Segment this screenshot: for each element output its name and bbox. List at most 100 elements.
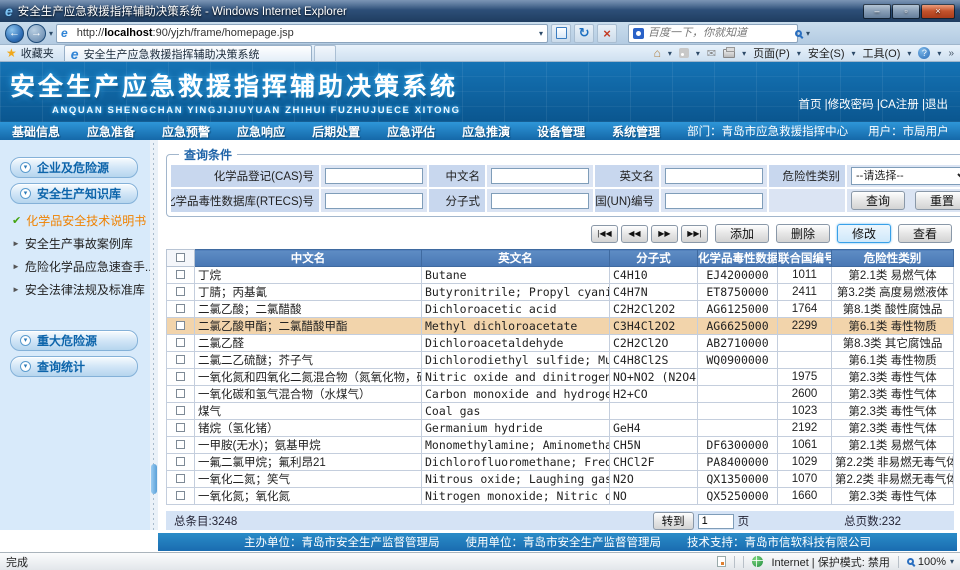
row-checkbox[interactable] <box>176 474 185 483</box>
row-checkbox[interactable] <box>176 423 185 432</box>
page-menu[interactable]: 页面(P) <box>753 45 790 61</box>
safety-menu[interactable]: 安全(S) <box>808 45 845 61</box>
un-input[interactable] <box>665 193 763 209</box>
search-input[interactable] <box>648 27 791 39</box>
table-row[interactable]: 锗烷（氢化锗）Germanium hydrideGeH42192第2.3类 毒性… <box>167 420 954 437</box>
view-button[interactable]: 查看 <box>898 224 952 243</box>
reset-button[interactable]: 重置 <box>915 191 960 210</box>
feeds-dropdown-icon[interactable]: ▾ <box>696 49 700 58</box>
sidebar-group-major-hazard[interactable]: ▾ 重大危险源 <box>10 330 138 351</box>
nav-item-8[interactable]: 系统管理 <box>612 123 660 140</box>
cas-input[interactable] <box>325 168 423 184</box>
nav-item-7[interactable]: 设备管理 <box>537 123 585 140</box>
nav-item-5[interactable]: 应急评估 <box>387 123 435 140</box>
nav-item-0[interactable]: 基础信息 <box>12 123 60 140</box>
column-header-3[interactable]: 化学品毒性数据... <box>698 250 778 267</box>
print-dropdown-icon[interactable]: ▾ <box>742 49 746 58</box>
maximize-button[interactable]: ▫ <box>892 4 920 19</box>
minimize-button[interactable]: – <box>863 4 891 19</box>
header-link-2[interactable]: CA注册 <box>880 99 919 111</box>
sidebar-item-2[interactable]: ►危险化学品应急速查手... <box>12 258 146 275</box>
home-icon[interactable]: ⌂ <box>654 46 661 60</box>
row-checkbox[interactable] <box>176 457 185 466</box>
row-checkbox[interactable] <box>176 372 185 381</box>
sidebar-group-query-stats[interactable]: ▾ 查询统计 <box>10 356 138 377</box>
select-all-checkbox[interactable] <box>176 253 185 262</box>
row-checkbox[interactable] <box>176 287 185 296</box>
add-button[interactable]: 添加 <box>715 224 769 243</box>
help-icon[interactable]: ? <box>918 47 930 59</box>
delete-button[interactable]: 删除 <box>776 224 830 243</box>
tools-menu[interactable]: 工具(O) <box>863 45 901 61</box>
formula-input[interactable] <box>491 193 589 209</box>
address-input[interactable]: e http://localhost:90/yjzh/frame/homepag… <box>56 24 548 43</box>
sidebar-scrollbar[interactable] <box>151 464 157 494</box>
close-button[interactable]: × <box>921 4 955 19</box>
table-row[interactable]: 一氟二氯甲烷；氟利昂21Dichlorofluoromethane; Freon… <box>167 454 954 471</box>
refresh-button[interactable]: ↻ <box>574 24 594 43</box>
header-link-3[interactable]: 退出 <box>925 99 948 111</box>
zoom-control[interactable]: 100% ▾ <box>907 556 954 568</box>
column-header-4[interactable]: 联合国编号 <box>778 250 832 267</box>
feeds-icon[interactable] <box>679 48 689 58</box>
search-button[interactable]: 查询 <box>851 191 905 210</box>
prev-page-button[interactable]: ◀◀ <box>621 225 648 243</box>
forward-button[interactable]: → <box>27 24 46 43</box>
column-header-0[interactable]: 中文名 <box>195 250 422 267</box>
hazard-class-select[interactable]: --请选择-- <box>851 167 960 185</box>
last-page-button[interactable]: ▶▶| <box>681 225 708 243</box>
sidebar-group-knowledge[interactable]: ▾ 安全生产知识库 <box>10 183 138 204</box>
favorites-star-icon[interactable]: ★ <box>6 46 17 60</box>
table-row[interactable]: 煤气Coal gas1023第2.3类 毒性气体 <box>167 403 954 420</box>
nav-item-2[interactable]: 应急预警 <box>162 123 210 140</box>
sidebar-group-enterprise[interactable]: ▾ 企业及危险源 <box>10 157 138 178</box>
home-dropdown-icon[interactable]: ▾ <box>668 49 672 58</box>
nav-item-1[interactable]: 应急准备 <box>87 123 135 140</box>
row-checkbox[interactable] <box>176 338 185 347</box>
search-icon[interactable] <box>795 30 802 37</box>
table-row[interactable]: 二氯乙酸；二氯醋酸Dichloroacetic acidC2H2Cl2O2AG6… <box>167 301 954 318</box>
table-row[interactable]: 一氧化碳和氢气混合物（水煤气）Carbon monoxide and hydro… <box>167 386 954 403</box>
row-checkbox[interactable] <box>176 355 185 364</box>
compatibility-view-button[interactable] <box>551 24 571 43</box>
search-box[interactable]: ▾ <box>628 24 798 43</box>
goto-page-button[interactable]: 转到 <box>653 512 694 530</box>
favorites-button[interactable]: 收藏夹 <box>21 45 54 61</box>
rtecs-input[interactable] <box>325 193 423 209</box>
column-header-1[interactable]: 英文名 <box>422 250 610 267</box>
first-page-button[interactable]: |◀◀ <box>591 225 618 243</box>
nav-item-6[interactable]: 应急推演 <box>462 123 510 140</box>
page-number-input[interactable] <box>698 514 734 529</box>
search-dropdown-icon[interactable]: ▾ <box>806 29 810 38</box>
header-link-1[interactable]: 修改密码 <box>828 99 874 111</box>
cn-name-input[interactable] <box>491 168 589 184</box>
row-checkbox[interactable] <box>176 304 185 313</box>
table-row[interactable]: 二氯乙醛DichloroacetaldehydeC2H2Cl2OAB271000… <box>167 335 954 352</box>
table-row[interactable]: 丁腈；丙基氰Butyronitrile; Propyl cyanideC4H7N… <box>167 284 954 301</box>
row-checkbox[interactable] <box>176 406 185 415</box>
nav-item-3[interactable]: 应急响应 <box>237 123 285 140</box>
frame-splitter[interactable] <box>150 140 158 530</box>
document-alert-icon[interactable] <box>717 556 726 567</box>
table-row[interactable]: 一氧化氮；氧化氮Nitrogen monoxide; Nitric oxideN… <box>167 488 954 505</box>
modify-button[interactable]: 修改 <box>837 224 891 243</box>
table-row[interactable]: 二氯二乙硫醚；芥子气Dichlorodiethyl sulfide; Musta… <box>167 352 954 369</box>
table-row[interactable]: 一氧化氮和四氧化二氮混合物（氮氧化物，硝基气，氧化氮气体）Nitric oxid… <box>167 369 954 386</box>
row-checkbox[interactable] <box>176 491 185 500</box>
sidebar-item-1[interactable]: ►安全生产事故案例库 <box>12 235 146 252</box>
column-header-2[interactable]: 分子式 <box>610 250 698 267</box>
overflow-chevron-icon[interactable]: » <box>948 48 954 59</box>
table-row[interactable]: 一甲胺(无水)；氨基甲烷Monomethylamine; Aminomethan… <box>167 437 954 454</box>
row-checkbox[interactable] <box>176 440 185 449</box>
header-link-0[interactable]: 首页 <box>798 99 821 111</box>
sidebar-item-0[interactable]: ✔化学品安全技术说明书 <box>12 212 146 229</box>
back-button[interactable]: ← <box>5 24 24 43</box>
address-dropdown-icon[interactable]: ▾ <box>539 29 543 38</box>
row-checkbox[interactable] <box>176 270 185 279</box>
table-row[interactable]: 二氯乙酸甲酯；二氯醋酸甲酯Methyl dichloroacetateC3H4C… <box>167 318 954 335</box>
stop-button[interactable]: × <box>597 24 617 43</box>
table-row[interactable]: 丁烷ButaneC4H10EJ42000001011第2.1类 易燃气体 <box>167 267 954 284</box>
column-header-5[interactable]: 危险性类别 <box>832 250 954 267</box>
print-icon[interactable] <box>723 49 735 58</box>
nav-item-4[interactable]: 后期处置 <box>312 123 360 140</box>
